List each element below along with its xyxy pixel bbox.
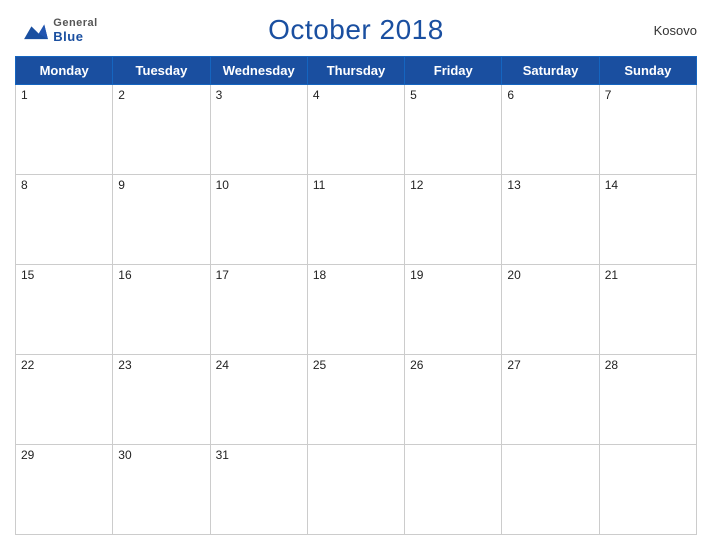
day-number: 26: [410, 358, 423, 372]
logo-general-text: General: [53, 17, 97, 29]
weekday-wednesday: Wednesday: [210, 57, 307, 85]
day-number: 29: [21, 448, 34, 462]
calendar-title: October 2018: [105, 14, 607, 46]
day-number: 20: [507, 268, 520, 282]
day-number: 17: [216, 268, 229, 282]
calendar-day-cell: 1: [16, 85, 113, 175]
calendar-table: Monday Tuesday Wednesday Thursday Friday…: [15, 56, 697, 535]
calendar-day-cell: 8: [16, 175, 113, 265]
day-number: 21: [605, 268, 618, 282]
calendar-day-cell: 15: [16, 265, 113, 355]
day-number: 11: [313, 178, 325, 192]
logo-blue-text: Blue: [53, 29, 97, 44]
calendar-day-cell: 26: [405, 355, 502, 445]
day-number: 28: [605, 358, 618, 372]
weekday-sunday: Sunday: [599, 57, 696, 85]
weekday-tuesday: Tuesday: [113, 57, 210, 85]
weekday-monday: Monday: [16, 57, 113, 85]
day-number: 3: [216, 88, 223, 102]
calendar-day-cell: 22: [16, 355, 113, 445]
calendar-week-row: 8 9 10 11 12 13 14: [16, 175, 697, 265]
calendar-day-cell: 31: [210, 445, 307, 535]
day-number: 23: [118, 358, 131, 372]
day-number: 16: [118, 268, 131, 282]
calendar-title-area: October 2018: [105, 14, 607, 46]
calendar-day-cell: 16: [113, 265, 210, 355]
day-number: 4: [313, 88, 320, 102]
calendar-day-cell: 25: [307, 355, 404, 445]
weekday-saturday: Saturday: [502, 57, 599, 85]
calendar-week-row: 29 30 31: [16, 445, 697, 535]
calendar-day-cell: 21: [599, 265, 696, 355]
day-number: 10: [216, 178, 229, 192]
calendar-day-cell: 10: [210, 175, 307, 265]
weekday-thursday: Thursday: [307, 57, 404, 85]
calendar-day-cell: 3: [210, 85, 307, 175]
calendar-empty-cell: [599, 445, 696, 535]
weekday-friday: Friday: [405, 57, 502, 85]
day-number: 5: [410, 88, 417, 102]
calendar-day-cell: 7: [599, 85, 696, 175]
calendar-day-cell: 6: [502, 85, 599, 175]
calendar-day-cell: 20: [502, 265, 599, 355]
calendar-day-cell: 2: [113, 85, 210, 175]
day-number: 27: [507, 358, 520, 372]
calendar-day-cell: 24: [210, 355, 307, 445]
calendar-week-row: 1 2 3 4 5 6 7: [16, 85, 697, 175]
day-number: 2: [118, 88, 125, 102]
day-number: 14: [605, 178, 618, 192]
calendar-day-cell: 17: [210, 265, 307, 355]
calendar-week-row: 22 23 24 25 26 27 28: [16, 355, 697, 445]
calendar-day-cell: 18: [307, 265, 404, 355]
calendar-day-cell: 27: [502, 355, 599, 445]
day-number: 30: [118, 448, 131, 462]
logo: General Blue: [15, 17, 105, 44]
logo-icon: [22, 19, 50, 41]
day-number: 8: [21, 178, 28, 192]
calendar-empty-cell: [405, 445, 502, 535]
calendar-day-cell: 13: [502, 175, 599, 265]
calendar-header: General Blue October 2018 Kosovo: [15, 10, 697, 50]
calendar-day-cell: 14: [599, 175, 696, 265]
day-number: 25: [313, 358, 326, 372]
day-number: 19: [410, 268, 423, 282]
calendar-header-row: Monday Tuesday Wednesday Thursday Friday…: [16, 57, 697, 85]
day-number: 13: [507, 178, 520, 192]
calendar-empty-cell: [502, 445, 599, 535]
calendar-day-cell: 11: [307, 175, 404, 265]
calendar-day-cell: 12: [405, 175, 502, 265]
day-number: 1: [21, 88, 28, 102]
calendar-empty-cell: [307, 445, 404, 535]
calendar-day-cell: 4: [307, 85, 404, 175]
calendar-day-cell: 5: [405, 85, 502, 175]
calendar-day-cell: 29: [16, 445, 113, 535]
day-number: 9: [118, 178, 125, 192]
calendar-day-cell: 9: [113, 175, 210, 265]
country-label: Kosovo: [607, 23, 697, 38]
weekday-header-row: Monday Tuesday Wednesday Thursday Friday…: [16, 57, 697, 85]
day-number: 15: [21, 268, 34, 282]
day-number: 31: [216, 448, 229, 462]
calendar-day-cell: 30: [113, 445, 210, 535]
calendar-week-row: 15 16 17 18 19 20 21: [16, 265, 697, 355]
day-number: 7: [605, 88, 612, 102]
calendar-body: 1234567891011121314151617181920212223242…: [16, 85, 697, 535]
day-number: 22: [21, 358, 34, 372]
day-number: 18: [313, 268, 326, 282]
day-number: 6: [507, 88, 514, 102]
day-number: 12: [410, 178, 423, 192]
calendar-day-cell: 19: [405, 265, 502, 355]
day-number: 24: [216, 358, 229, 372]
calendar-day-cell: 23: [113, 355, 210, 445]
calendar-day-cell: 28: [599, 355, 696, 445]
